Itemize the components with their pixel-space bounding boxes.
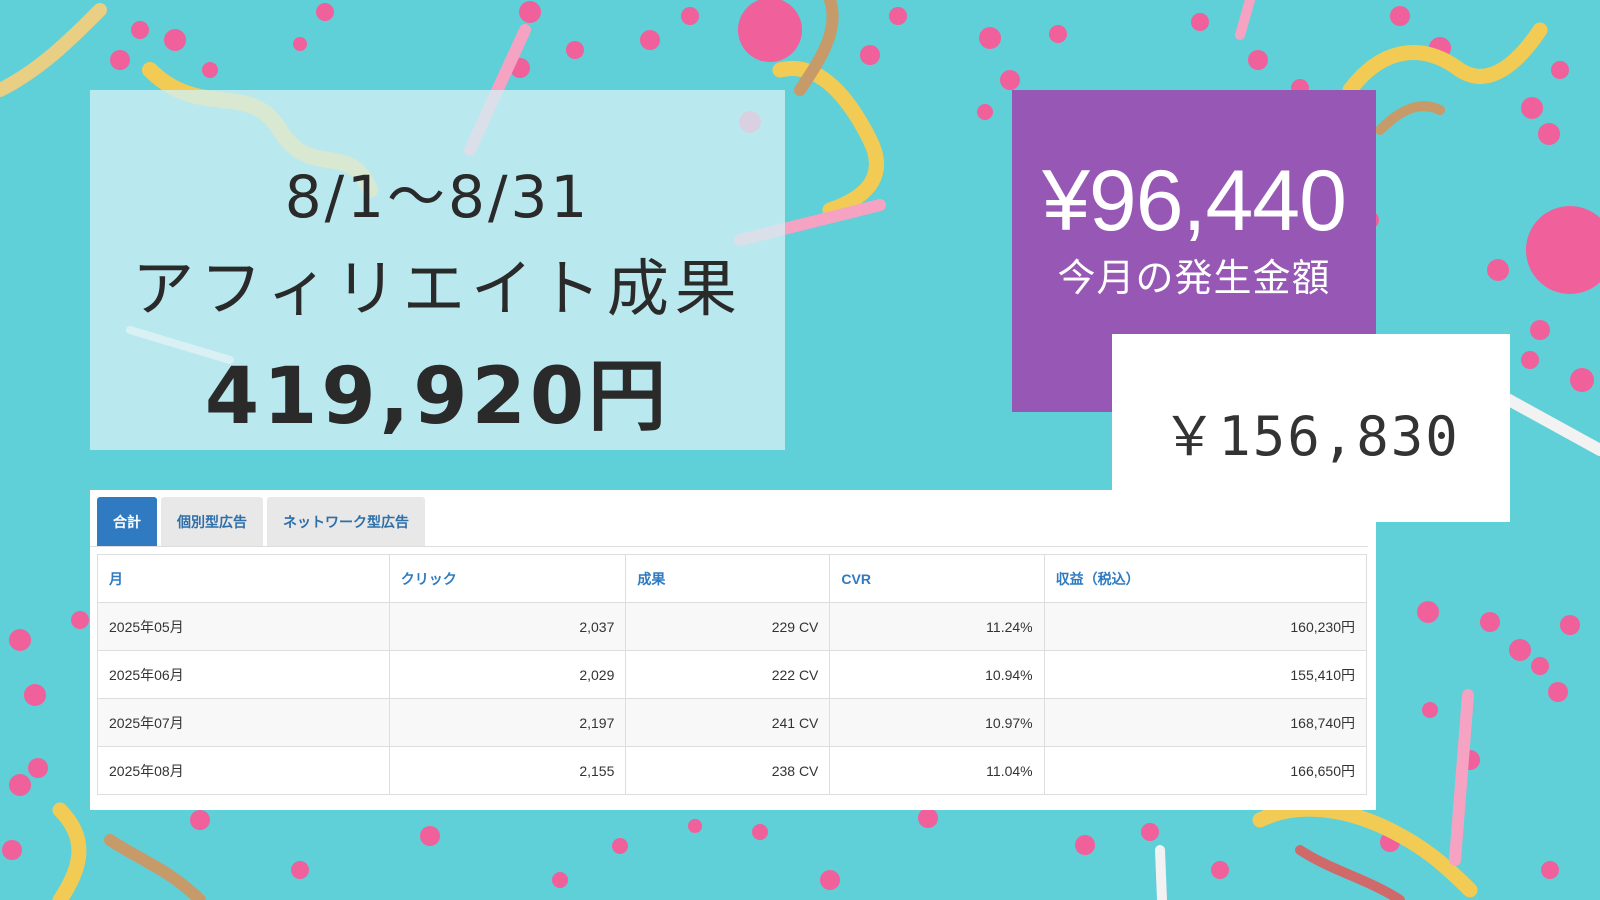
cell-revenue: 160,230円 xyxy=(1043,602,1368,651)
tab-individual-ads[interactable]: 個別型広告 xyxy=(161,497,263,546)
affiliate-results-heading: アフィリエイト成果 xyxy=(132,252,743,325)
cell-cvr: 10.94% xyxy=(829,650,1045,699)
cell-clicks: 2,029 xyxy=(388,650,627,699)
column-header-cvr[interactable]: CVR xyxy=(829,554,1045,603)
cell-revenue: 168,740円 xyxy=(1043,698,1368,747)
monthly-report-table: 月 クリック 成果 CVR 収益（税込） 2025年05月 2,037 229 … xyxy=(97,554,1368,795)
monthly-earnings-label: 今月の発生金額 xyxy=(1057,256,1331,300)
table-row: 2025年05月 2,037 229 CV 11.24% 160,230円 xyxy=(97,602,1368,651)
cell-conversions: 238 CV xyxy=(625,746,831,795)
table-header-row: 月 クリック 成果 CVR 収益（税込） xyxy=(97,554,1368,603)
cell-clicks: 2,197 xyxy=(388,698,627,747)
cell-revenue: 166,650円 xyxy=(1043,746,1368,795)
table-row: 2025年06月 2,029 222 CV 10.94% 155,410円 xyxy=(97,650,1368,699)
cell-month: 2025年05月 xyxy=(97,602,390,651)
total-amount: 419,920円 xyxy=(204,352,671,442)
cell-conversions: 229 CV xyxy=(625,602,831,651)
cell-month: 2025年08月 xyxy=(97,746,390,795)
cell-cvr: 11.04% xyxy=(829,746,1045,795)
cell-clicks: 2,155 xyxy=(388,746,627,795)
cell-conversions: 241 CV xyxy=(625,698,831,747)
cell-month: 2025年07月 xyxy=(97,698,390,747)
cell-conversions: 222 CV xyxy=(625,650,831,699)
report-tabs: 合計 個別型広告 ネットワーク型広告 xyxy=(90,490,1368,547)
date-range: 8/1～8/31 xyxy=(284,163,591,231)
cell-month: 2025年06月 xyxy=(97,650,390,699)
table-row: 2025年07月 2,197 241 CV 10.97% 168,740円 xyxy=(97,698,1368,747)
column-header-conversions[interactable]: 成果 xyxy=(625,554,831,603)
column-header-month[interactable]: 月 xyxy=(97,554,390,603)
cell-cvr: 11.24% xyxy=(829,602,1045,651)
tab-total[interactable]: 合計 xyxy=(97,497,157,546)
monthly-earnings-amount: ¥96,440 xyxy=(1042,153,1347,249)
cell-cvr: 10.97% xyxy=(829,698,1045,747)
cell-revenue: 155,410円 xyxy=(1043,650,1368,699)
cell-clicks: 2,037 xyxy=(388,602,627,651)
column-header-revenue[interactable]: 収益（税込） xyxy=(1043,554,1368,603)
table-row: 2025年08月 2,155 238 CV 11.04% 166,650円 xyxy=(97,746,1368,795)
report-table-card: 合計 個別型広告 ネットワーク型広告 月 クリック 成果 CVR 収益（税込） … xyxy=(90,490,1376,810)
secondary-amount: ￥156,830 xyxy=(1162,404,1460,468)
summary-title-panel: 8/1～8/31 アフィリエイト成果 419,920円 xyxy=(90,90,785,450)
tab-network-ads[interactable]: ネットワーク型広告 xyxy=(267,497,425,546)
column-header-clicks[interactable]: クリック xyxy=(388,554,627,603)
